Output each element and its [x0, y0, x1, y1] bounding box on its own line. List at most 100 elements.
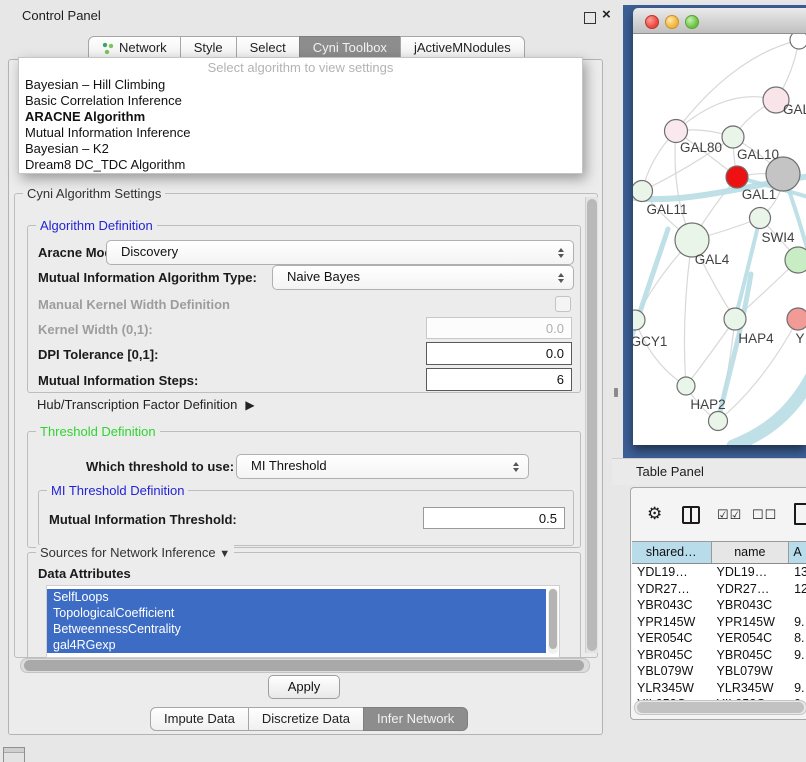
node-label: GAL4	[695, 252, 730, 267]
network-node-node-gray[interactable]	[766, 157, 800, 191]
table-cell: YBR043C	[632, 597, 712, 614]
document-icon[interactable]	[794, 503, 806, 525]
mi-algorithm-type-select[interactable]: Naive Bayes	[272, 265, 574, 290]
node-label: GAL	[783, 102, 806, 117]
table-cell: YDR27…	[632, 581, 712, 598]
apply-button[interactable]: Apply	[268, 675, 340, 699]
data-attribute-item[interactable]: SelfLoops	[47, 589, 546, 605]
tab-discretize-data[interactable]: Discretize Data	[248, 707, 364, 731]
table-row[interactable]: YER054CYER054C8.	[632, 630, 806, 647]
mi-threshold-definition-title: MI Threshold Definition	[47, 483, 188, 498]
zoom-window-icon[interactable]	[685, 15, 699, 29]
network-node-GCY1[interactable]	[633, 310, 645, 330]
network-view-window[interactable]: GALGAL80GAL10GAL1GAL11GAL4SWI4GCY1HAP4YH…	[633, 8, 806, 445]
gear-icon[interactable]: ⚙	[647, 504, 662, 524]
network-edge	[635, 320, 686, 386]
which-threshold-select[interactable]: MI Threshold	[236, 454, 529, 479]
sources-group-title[interactable]: Sources for Network Inference ▼	[36, 545, 234, 560]
dpi-tolerance-field[interactable]: 0.0	[426, 342, 572, 365]
table-cell	[789, 663, 806, 680]
clear-all-checkboxes-icon[interactable]: ☐☐	[752, 507, 777, 523]
algorithm-definition-group: Algorithm Definition Aracne Mode: Discov…	[27, 225, 581, 393]
algorithm-option[interactable]: Mutual Information Inference	[19, 125, 582, 141]
minimize-window-icon[interactable]	[665, 15, 679, 29]
manual-kernel-width-checkbox[interactable]	[555, 296, 571, 312]
network-node-node-salmon[interactable]	[787, 308, 806, 330]
scrollbar-thumb[interactable]	[637, 702, 804, 713]
data-attribute-item[interactable]: BetweennessCentrality	[47, 621, 546, 637]
tab-label: Style	[194, 40, 223, 55]
column-header[interactable]: name	[712, 542, 790, 563]
kernel-width-field[interactable]: 0.0	[426, 317, 572, 339]
app-root: Control Panel × NetworkStyleSelectCyni T…	[0, 0, 806, 762]
table-row[interactable]: YDL19…YDL19…13	[632, 564, 806, 581]
algorithm-option[interactable]: Bayesian – Hill Climbing	[19, 77, 582, 93]
algorithm-option[interactable]: Basic Correlation Inference	[19, 93, 582, 109]
network-node-GAL10[interactable]	[722, 126, 744, 148]
mi-steps-field[interactable]: 6	[426, 368, 572, 391]
algorithm-option[interactable]: ARACNE Algorithm	[19, 109, 582, 125]
table-row[interactable]: YBL079WYBL079W	[632, 663, 806, 680]
network-window-titlebar[interactable]	[633, 8, 806, 34]
network-node-node-top-right[interactable]	[790, 34, 806, 49]
data-attribute-item[interactable]: gal4RGexp	[47, 637, 546, 653]
table-row[interactable]: YLR345WYLR345W9.	[632, 680, 806, 697]
network-node-SWI4[interactable]	[750, 208, 771, 229]
close-window-icon[interactable]	[645, 15, 659, 29]
data-attributes-list[interactable]: SelfLoopsTopologicalCoefficientBetweenne…	[46, 585, 560, 658]
table-row[interactable]: YBR043CYBR043C	[632, 597, 806, 614]
settings-vertical-scrollbar[interactable]	[585, 197, 598, 653]
table-row[interactable]: YBR045CYBR045C9.	[632, 647, 806, 664]
scrollbar-thumb[interactable]	[587, 199, 597, 651]
mi-steps-label: Mutual Information Steps:	[38, 373, 198, 388]
table-cell: YDL19…	[632, 564, 712, 581]
scrollbar-thumb[interactable]	[24, 660, 584, 671]
algorithm-option[interactable]: Bayesian – K2	[19, 141, 582, 157]
data-attribute-item[interactable]: TopologicalCoefficient	[47, 605, 546, 621]
table-cell: YPR145W	[632, 614, 712, 631]
algorithm-definition-title: Algorithm Definition	[36, 218, 157, 233]
network-node-HAP2[interactable]	[677, 377, 695, 395]
tab-impute-data[interactable]: Impute Data	[150, 707, 249, 731]
algorithm-option[interactable]: Dream8 DC_TDC Algorithm	[19, 157, 582, 173]
table-row[interactable]: YPR145WYPR145W9.	[632, 614, 806, 631]
node-label: Y	[795, 331, 804, 346]
dpi-tolerance-label: DPI Tolerance [0,1]:	[38, 347, 158, 362]
select-all-checkboxes-icon[interactable]: ☑☑	[717, 507, 742, 523]
hub-tf-definition-toggle[interactable]: Hub/Transcription Factor Definition▶	[37, 397, 255, 412]
cyni-algorithm-settings-group: Cyni Algorithm Settings Algorithm Defini…	[14, 193, 598, 658]
table-cell: YPR145W	[712, 614, 790, 631]
network-node-HAP4[interactable]	[724, 308, 746, 330]
expanded-arrow-icon: ▼	[219, 548, 230, 560]
column-header[interactable]: shared…	[632, 542, 712, 563]
network-node-GAL11[interactable]	[633, 181, 653, 202]
tab-label: Impute Data	[164, 711, 235, 726]
attributes-scrollbar[interactable]	[548, 588, 558, 654]
table-cell: YDR27…	[712, 581, 790, 598]
cyni-bottom-tabs: Impute Data Discretize DataInfer Network	[150, 707, 468, 731]
float-panel-icon[interactable]	[584, 12, 596, 24]
splitter-handle[interactable]	[614, 388, 618, 397]
close-panel-icon[interactable]: ×	[602, 6, 611, 24]
table-cell: 12	[789, 581, 806, 598]
algorithm-options-list: Bayesian – Hill ClimbingBasic Correlatio…	[19, 77, 582, 173]
table-row[interactable]: YDR27…YDR27…12	[632, 581, 806, 598]
columns-icon[interactable]	[682, 506, 700, 524]
network-node-node-green-right[interactable]	[785, 247, 806, 273]
network-canvas[interactable]: GALGAL80GAL10GAL1GAL11GAL4SWI4GCY1HAP4YH…	[633, 34, 806, 445]
mi-threshold-field[interactable]: 0.5	[423, 507, 565, 529]
node-label: GAL11	[646, 202, 687, 217]
network-node-GAL1[interactable]	[726, 166, 748, 188]
settings-horizontal-scrollbar[interactable]	[20, 658, 590, 673]
sources-group: Sources for Network Inference ▼ Data Att…	[27, 552, 581, 658]
table-cell: 8.	[789, 630, 806, 647]
minimized-window-icon[interactable]	[3, 747, 25, 762]
table-header-row: shared…nameA	[632, 541, 806, 564]
node-label: HAP4	[738, 331, 774, 346]
table-cell: YBR045C	[712, 647, 790, 664]
aracne-mode-select[interactable]: Discovery	[106, 240, 574, 265]
column-header[interactable]: A	[789, 542, 806, 563]
tab-infer-network[interactable]: Infer Network	[363, 707, 468, 731]
table-horizontal-scrollbar[interactable]	[634, 700, 806, 715]
network-node-node-bottom[interactable]	[709, 412, 728, 431]
